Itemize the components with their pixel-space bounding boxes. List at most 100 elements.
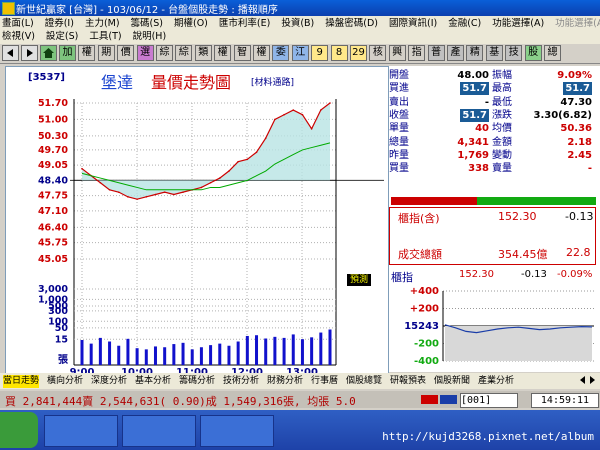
tab-item[interactable]: 橫向分析 [47,375,83,388]
toolbar-button[interactable]: 綜 [156,45,173,61]
toolbar-button[interactable]: 8 [330,45,348,61]
tab-item[interactable]: 個股總覽 [346,375,382,388]
volume-bar [264,338,268,365]
price-point [274,118,276,121]
taskbar: http://kujd3268.pixnet.net/album [0,410,600,450]
cash-index-value: 152.30 [498,210,537,223]
quote-row: 單量 40 均價 50.36 [389,122,596,135]
price-point [237,160,239,163]
taskbar-app-2[interactable] [122,415,196,447]
price-tick-label: 46.40 [38,222,68,233]
taskbar-app-3[interactable] [200,415,274,447]
quote-value: 50.36 [560,123,592,135]
menu-item-chips[interactable]: 籌碼(S) [131,17,163,30]
menu-item-screen[interactable]: 畫面(L) [2,17,34,30]
window-title: 新世紀贏家 [台灣] - 103/06/12 - 台盤個股走勢 : 播報順序 [16,5,278,16]
tab-item[interactable]: 技術分析 [223,375,259,388]
quote-label: 單量 [389,123,409,135]
toolbar-button[interactable]: 產 [447,45,464,61]
toolbar-button[interactable]: 興 [388,45,406,61]
menu-item-main-force[interactable]: 主力(M) [85,17,120,30]
menu-item-settings[interactable]: 設定(S) [46,30,78,43]
toolbar-button[interactable]: 委 [272,45,290,61]
toolbar-button[interactable]: 9 [311,45,329,61]
volume-bar [291,334,295,365]
start-button[interactable] [0,412,38,448]
quote-label: 買量 [389,163,409,175]
tab-item[interactable]: 深度分析 [91,375,127,388]
trade-total-change: 22.8 [566,246,591,259]
toolbar-button[interactable]: 類 [194,45,212,61]
mini-tick-label: -400 [414,356,439,367]
price-point [283,113,285,116]
volume-bar [108,341,112,365]
quote-label: 最低 [492,96,512,108]
menu-item-securities[interactable]: 證券(I) [45,17,74,30]
left-arrow-icon[interactable] [2,45,19,61]
volume-bar [144,349,148,365]
volume-bar [273,336,277,365]
tab-item[interactable]: 當日走勢 [3,375,40,388]
toolbar-button[interactable]: 指 [408,45,426,61]
price-point [246,158,249,161]
menu-item-finance[interactable]: 金融(C) [448,17,481,30]
toolbar-button[interactable]: 總 [544,45,561,61]
quote-label: 變動 [492,149,512,161]
tab-item[interactable]: 研報預表 [390,375,426,388]
menu-item-tools[interactable]: 工具(T) [89,30,121,43]
toolbar-button[interactable]: 普 [427,45,445,61]
volume-bar [245,335,249,365]
menu-item-intl-info[interactable]: 國際資訊(I) [389,17,437,30]
tab-item[interactable]: 基本分析 [135,375,171,388]
toolbar-button[interactable]: 技 [505,45,523,61]
tab-item[interactable]: 財務分析 [267,375,303,388]
chart-title: 量價走勢圖 [151,73,232,92]
menu-item-help[interactable]: 說明(H) [133,30,167,43]
menu-item-options[interactable]: 期權(O) [174,17,208,30]
toolbar-button[interactable]: 選 [136,45,154,61]
quote-label: 振幅 [492,70,512,81]
toolbar-button[interactable]: 智 [233,45,251,61]
tab-item[interactable]: 行事曆 [311,375,338,388]
toolbar-button[interactable]: 權 [253,45,270,61]
volume-bar [163,347,167,365]
quote-row: 收盤 51.7 漲跌 3.30(6.82) [389,108,596,122]
toolbar-button[interactable]: 期 [97,45,115,61]
toolbar-button[interactable]: 基 [485,45,503,61]
tab-scroll-right-icon[interactable] [590,376,595,384]
price-point [320,109,322,111]
taskbar-app-1[interactable] [44,415,118,447]
predict-label[interactable]: 預測 [347,274,372,286]
price-point [127,196,129,198]
menu-item-trade-code[interactable]: 操盤密碼(D) [325,17,378,30]
tab-item[interactable]: 產業分析 [478,375,514,388]
toolbar-button[interactable]: 精 [466,45,484,61]
tab-item[interactable]: 籌碼分析 [179,375,215,388]
toolbar-button[interactable]: 核 [369,45,387,61]
toolbar-button[interactable]: 加 [59,45,76,61]
toolbar-button[interactable]: 權 [214,45,232,61]
app-icon [2,2,15,15]
toolbar-button[interactable]: 價 [117,45,135,61]
menu-item-invest[interactable]: 投資(B) [281,17,314,30]
volume-unit-label: 張 [58,354,69,366]
buy-sell-ratio-bar [391,197,596,205]
order-stats: 買 2,841,444賣 2,544,631( 0.90)成 1,549,316… [5,395,356,408]
volume-bar [209,345,213,365]
toolbar-button[interactable]: 股 [524,45,542,61]
tab-item[interactable]: 個股新聞 [434,375,470,388]
quote-value: 47.30 [560,96,592,108]
quote-value: 4,341 [457,136,489,148]
quote-value: 3.30(6.82) [533,109,593,121]
toolbar-button[interactable]: 江 [291,45,309,61]
menu-item-view[interactable]: 檢視(V) [2,30,35,43]
tab-scroll-left-icon[interactable] [580,376,585,384]
toolbar-button[interactable]: 權 [78,45,96,61]
right-arrow-icon[interactable] [21,45,38,61]
menu-item-function[interactable]: 功能選擇(A) [492,17,544,30]
toolbar-button[interactable]: 綜 [175,45,193,61]
toolbar-button[interactable]: 29 [350,45,367,61]
menu-item-forex[interactable]: 匯市利率(E) [219,17,270,30]
stock-name: 堡達 [101,73,134,92]
home-icon[interactable] [40,45,57,61]
